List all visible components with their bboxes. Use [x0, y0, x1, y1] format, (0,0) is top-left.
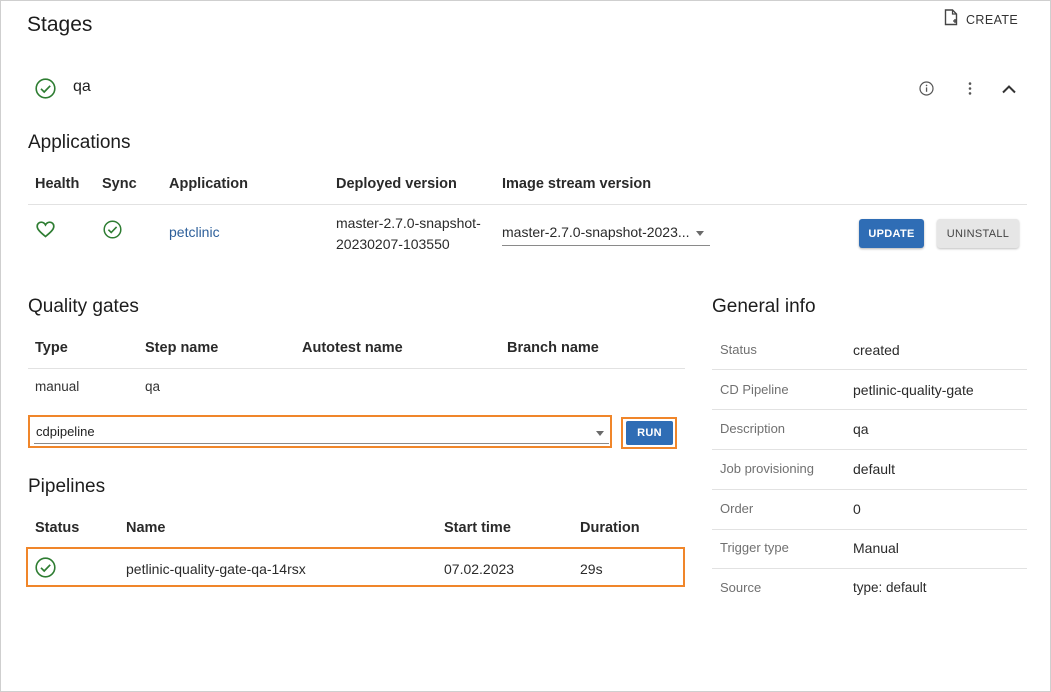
cd-pipeline-select[interactable]: cdpipeline	[34, 419, 609, 444]
collapse-chevron-icon[interactable]	[1000, 82, 1018, 100]
col-deployed-version: Deployed version	[336, 176, 457, 192]
pipeline-status-icon	[35, 557, 56, 583]
col-image-stream-version: Image stream version	[502, 176, 652, 192]
update-button[interactable]: UPDATE	[859, 219, 924, 248]
info-value: qa	[853, 421, 869, 437]
deployed-version-line1: master-2.7.0-snapshot-	[336, 215, 481, 231]
info-value: 0	[853, 501, 861, 517]
stage-status-icon	[35, 78, 56, 104]
pipelines-title: Pipelines	[28, 476, 106, 497]
applications-title: Applications	[28, 132, 131, 153]
col-status: Status	[35, 520, 80, 536]
add-file-icon	[944, 9, 958, 31]
deployed-version: master-2.7.0-snapshot- 20230207-103550	[336, 213, 481, 255]
page-title: Stages	[27, 13, 93, 36]
select-underline	[502, 245, 710, 246]
col-application: Application	[169, 176, 248, 192]
col-autotest-name: Autotest name	[302, 340, 403, 356]
info-value: created	[853, 342, 900, 358]
col-type: Type	[35, 340, 68, 356]
select-underline	[34, 443, 609, 444]
image-stream-version-select[interactable]: master-2.7.0-snapshot-2023...	[502, 220, 710, 246]
image-stream-version-value: master-2.7.0-snapshot-2023...	[502, 224, 690, 240]
info-label: Trigger type	[720, 540, 789, 555]
info-divider	[712, 529, 1027, 530]
quality-gates-title: Quality gates	[28, 296, 139, 317]
pipeline-duration: 29s	[580, 561, 603, 577]
info-icon[interactable]	[919, 81, 934, 101]
select-caret-icon	[696, 231, 704, 236]
info-divider	[712, 409, 1027, 410]
pipeline-name: petlinic-quality-gate-qa-14rsx	[126, 561, 306, 577]
stage-name: qa	[73, 78, 91, 95]
info-divider	[712, 489, 1027, 490]
info-label: Job provisioning	[720, 461, 814, 476]
gate-step-name: qa	[145, 379, 161, 394]
health-heart-icon	[36, 221, 55, 243]
col-step-name: Step name	[145, 340, 219, 356]
col-branch-name: Branch name	[507, 340, 599, 356]
create-button[interactable]: CREATE	[944, 9, 1018, 31]
col-health: Health	[35, 176, 80, 192]
select-caret-icon	[596, 431, 604, 436]
info-value: Manual	[853, 540, 899, 556]
info-label: Order	[720, 501, 754, 516]
col-name: Name	[126, 520, 166, 536]
general-info-title: General info	[712, 296, 816, 317]
cd-pipeline-select-value: cdpipeline	[36, 424, 95, 439]
pipeline-start-time: 07.02.2023	[444, 561, 515, 577]
col-duration: Duration	[580, 520, 640, 536]
col-sync: Sync	[102, 176, 137, 192]
applications-divider	[28, 204, 1027, 205]
sync-status-icon	[103, 220, 122, 244]
info-label: Description	[720, 421, 786, 436]
application-link[interactable]: petclinic	[169, 224, 220, 240]
uninstall-button[interactable]: UNINSTALL	[937, 219, 1019, 248]
info-label: Status	[720, 342, 757, 357]
info-divider	[712, 568, 1027, 569]
info-value: type: default	[853, 580, 927, 595]
run-button[interactable]: RUN	[626, 421, 673, 445]
gate-type: manual	[35, 379, 80, 394]
deployed-version-line2: 20230207-103550	[336, 236, 450, 252]
info-divider	[712, 449, 1027, 450]
info-value: default	[853, 461, 896, 477]
info-divider	[712, 369, 1027, 370]
col-start-time: Start time	[444, 520, 511, 536]
info-label: CD Pipeline	[720, 382, 789, 397]
info-value: petlinic-quality-gate	[853, 382, 974, 398]
info-divider	[712, 331, 1027, 332]
more-options-icon[interactable]	[963, 81, 977, 101]
info-label: Source	[720, 580, 762, 595]
quality-gates-divider	[28, 368, 685, 369]
